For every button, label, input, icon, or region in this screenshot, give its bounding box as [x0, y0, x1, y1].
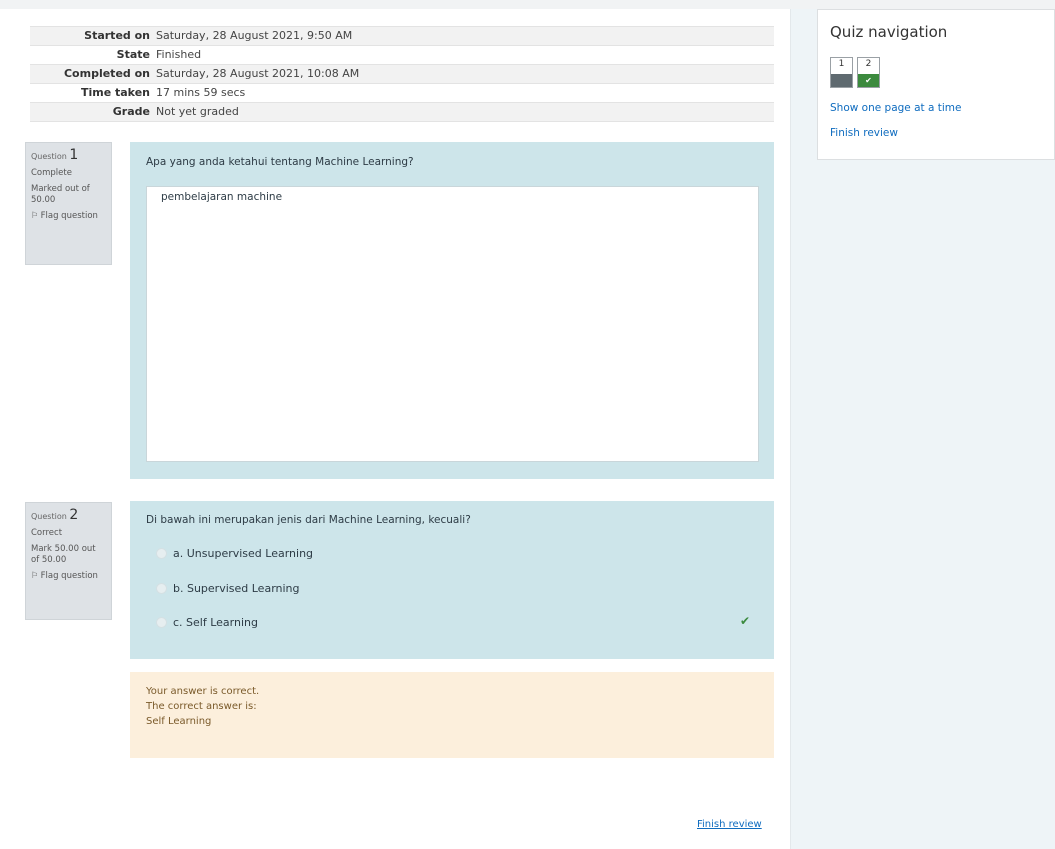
correct-answer: Self Learning: [146, 716, 212, 727]
question-2-content: Di bawah ini merupakan jenis dari Machin…: [130, 501, 774, 659]
quiz-navigation-card: Quiz navigation 1 2 ✔ Show one page at a…: [817, 9, 1055, 160]
summary-row-time-taken: Time taken 17 mins 59 secs: [30, 83, 774, 102]
summary-label: State: [116, 48, 150, 61]
summary-value: Finished: [156, 48, 202, 61]
option-label: c. Self Learning: [173, 616, 258, 629]
quiz-navigation-buttons: 1 2 ✔: [830, 57, 880, 88]
option-c[interactable]: c. Self Learning: [156, 616, 258, 629]
radio-button[interactable]: [156, 583, 167, 594]
question-prefix: Question: [31, 512, 67, 521]
feedback-result: Your answer is correct.: [146, 686, 260, 697]
option-label: b. Supervised Learning: [173, 582, 300, 595]
summary-row-started: Started on Saturday, 28 August 2021, 9:5…: [30, 26, 774, 45]
flag-question-label: Flag question: [40, 211, 98, 222]
flag-question-label: Flag question: [40, 571, 98, 582]
option-label: a. Unsupervised Learning: [173, 547, 314, 560]
quiz-navigation-title: Quiz navigation: [830, 23, 948, 41]
check-icon: ✔: [739, 614, 750, 628]
summary-row-grade: Grade Not yet graded: [30, 102, 774, 122]
flag-icon: ⚐: [31, 571, 39, 582]
option-b[interactable]: b. Supervised Learning: [156, 582, 300, 595]
question-number-line: Question 1: [31, 147, 106, 165]
show-one-page-link[interactable]: Show one page at a time: [830, 102, 962, 114]
option-a[interactable]: a. Unsupervised Learning: [156, 547, 313, 560]
question-number: 2: [69, 507, 79, 523]
nav-question-2-button[interactable]: 2 ✔: [857, 57, 880, 88]
summary-row-completed: Completed on Saturday, 28 August 2021, 1…: [30, 64, 774, 83]
question-number: 1: [69, 147, 79, 163]
question-number-line: Question 2: [31, 507, 106, 525]
flag-question-link[interactable]: ⚐ Flag question: [31, 211, 106, 222]
radio-button[interactable]: [156, 548, 167, 559]
question-mark: Marked out of 50.00: [31, 184, 90, 205]
summary-label: Time taken: [80, 86, 150, 99]
question-state: Complete: [31, 167, 72, 178]
summary-value: Saturday, 28 August 2021, 9:50 AM: [156, 29, 353, 42]
question-text: Di bawah ini merupakan jenis dari Machin…: [146, 514, 471, 526]
question-2-info: Question 2 Correct Mark 50.00 out of 50.…: [25, 502, 112, 620]
check-icon: ✔: [858, 74, 879, 87]
question-text: Apa yang anda ketahui tentang Machine Le…: [146, 156, 414, 168]
nav-status-bar: [831, 74, 852, 87]
essay-answer-box: pembelajaran machine: [146, 186, 759, 462]
nav-question-1-button[interactable]: 1: [830, 57, 853, 88]
nav-question-number: 2: [865, 59, 872, 69]
feedback-box: Your answer is correct. The correct answ…: [130, 672, 774, 758]
summary-label: Grade: [112, 105, 150, 118]
finish-review-link-bottom[interactable]: Finish review: [697, 819, 762, 830]
finish-review-link[interactable]: Finish review: [830, 127, 898, 139]
top-border: [0, 0, 1055, 9]
summary-label: Completed on: [63, 67, 150, 80]
flag-question-link[interactable]: ⚐ Flag question: [31, 571, 106, 582]
question-mark: Mark 50.00 out of 50.00: [31, 544, 96, 565]
summary-row-state: State Finished: [30, 45, 774, 64]
summary-value: Saturday, 28 August 2021, 10:08 AM: [156, 67, 360, 80]
summary-value: Not yet graded: [156, 105, 239, 118]
flag-icon: ⚐: [31, 211, 39, 222]
radio-button-selected[interactable]: [156, 617, 167, 628]
correct-answer-label: The correct answer is:: [146, 701, 257, 712]
attempt-summary-table: Started on Saturday, 28 August 2021, 9:5…: [30, 26, 774, 122]
nav-question-number: 1: [838, 59, 845, 69]
question-prefix: Question: [31, 152, 67, 161]
summary-label: Started on: [84, 29, 150, 42]
question-1-content: Apa yang anda ketahui tentang Machine Le…: [130, 142, 774, 479]
question-1-info: Question 1 Complete Marked out of 50.00 …: [25, 142, 112, 265]
question-state: Correct: [31, 527, 63, 538]
summary-value: 17 mins 59 secs: [156, 86, 246, 99]
